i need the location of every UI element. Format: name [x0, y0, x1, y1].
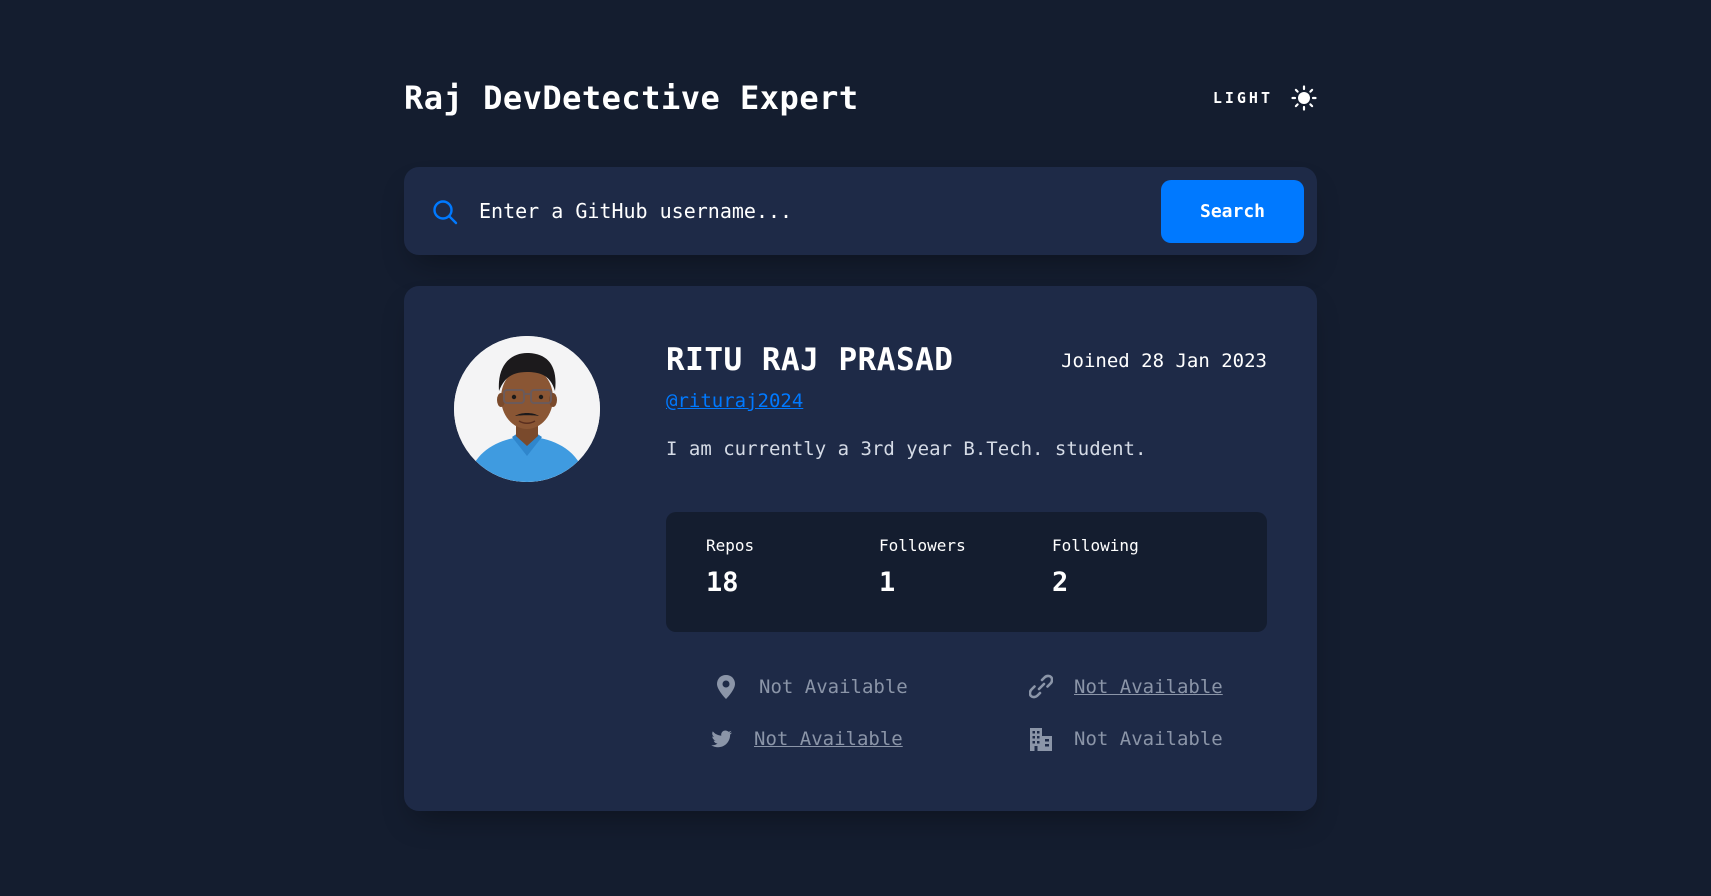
user-name: RITU RAJ PRASAD	[666, 342, 954, 378]
location-item: Not Available	[714, 674, 908, 700]
twitter-item[interactable]: Not Available	[709, 726, 903, 752]
stat-following-value: 2	[1052, 567, 1069, 598]
search-button[interactable]: Search	[1161, 180, 1304, 243]
stat-following-label: Following	[1052, 536, 1139, 555]
search-input[interactable]	[479, 187, 1039, 235]
profile-links: Not Available Not Available Not Availabl…	[709, 674, 1229, 774]
company-item: Not Available	[1029, 726, 1223, 752]
stat-following: Following 2	[1052, 536, 1139, 598]
joined-date: Joined 28 Jan 2023	[1061, 350, 1267, 372]
website-item[interactable]: Not Available	[1029, 674, 1223, 700]
theme-toggle-label: LIGHT	[1212, 89, 1273, 107]
stat-repos-label: Repos	[706, 536, 755, 555]
search-icon	[433, 200, 458, 225]
user-bio: I am currently a 3rd year B.Tech. studen…	[666, 438, 1147, 460]
stat-followers-value: 1	[879, 567, 896, 598]
link-icon	[1029, 674, 1053, 699]
profile-card: RITU RAJ PRASAD Joined 28 Jan 2023 @ritu…	[404, 286, 1317, 811]
header: Raj DevDetective Expert LIGHT	[404, 76, 1317, 120]
search-bar: Search	[404, 167, 1317, 255]
app-title: Raj DevDetective Expert	[404, 79, 859, 117]
theme-toggle[interactable]: LIGHT	[1213, 85, 1317, 111]
avatar-image	[454, 336, 600, 482]
avatar	[454, 336, 600, 482]
user-login-link[interactable]: @rituraj2024	[666, 390, 803, 412]
stat-followers: Followers 1	[879, 536, 966, 598]
company-text: Not Available	[1074, 728, 1223, 750]
app-root: Raj DevDetective Expert LIGHT Enter a Gi…	[0, 0, 1711, 896]
location-pin-icon	[717, 675, 735, 699]
stat-repos: Repos 18	[706, 536, 754, 598]
stat-followers-label: Followers	[879, 536, 966, 555]
twitter-link[interactable]: Not Available	[754, 728, 903, 750]
stat-repos-value: 18	[706, 567, 739, 598]
twitter-icon	[711, 730, 732, 748]
location-text: Not Available	[759, 676, 908, 698]
stats-panel: Repos 18 Followers 1 Following 2	[666, 512, 1267, 632]
website-link[interactable]: Not Available	[1074, 676, 1223, 698]
sun-icon	[1291, 85, 1317, 111]
building-icon	[1030, 728, 1052, 751]
